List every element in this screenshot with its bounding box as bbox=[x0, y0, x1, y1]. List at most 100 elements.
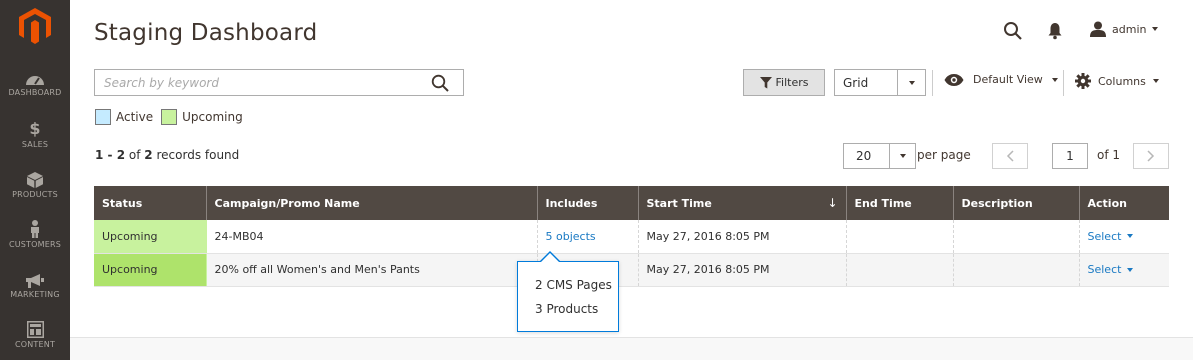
eye-icon bbox=[944, 73, 964, 86]
includes-popup: 2 CMS Pages 3 Products bbox=[517, 261, 619, 332]
chevron-right-icon bbox=[1147, 150, 1155, 162]
search-icon[interactable] bbox=[431, 74, 449, 92]
popup-products: 3 Products bbox=[535, 302, 599, 316]
legend-active-label: Active bbox=[116, 110, 154, 124]
grid-header-row: Status Campaign/Promo Name Includes Star… bbox=[94, 186, 1169, 220]
column-header-name[interactable]: Campaign/Promo Name bbox=[206, 186, 538, 220]
start-time-cell: May 27, 2016 8:05 PM bbox=[638, 220, 847, 254]
per-page-label: per page bbox=[917, 148, 971, 162]
sidebar-item-marketing[interactable]: MARKETING bbox=[0, 274, 70, 299]
megaphone-icon bbox=[26, 274, 44, 288]
sidebar-item-label: DASHBOARD bbox=[8, 88, 62, 97]
layout-icon bbox=[26, 321, 44, 338]
gear-icon bbox=[1075, 73, 1091, 89]
bell-icon[interactable] bbox=[1047, 22, 1063, 40]
action-cell: Select bbox=[1079, 220, 1169, 254]
sidebar-item-label: PRODUCTS bbox=[12, 190, 58, 199]
speedometer-icon bbox=[26, 76, 44, 85]
page-title: Staging Dashboard bbox=[94, 20, 318, 46]
chevron-down-icon bbox=[1127, 234, 1134, 239]
search-input[interactable] bbox=[95, 70, 415, 95]
table-row[interactable]: Upcoming 20% off all Women's and Men's P… bbox=[94, 253, 1169, 287]
chevron-down-icon bbox=[1152, 27, 1159, 31]
column-header-description[interactable]: Description bbox=[953, 186, 1080, 220]
page-of-label: of 1 bbox=[1097, 148, 1121, 162]
sidebar-item-products[interactable]: PRODUCTS bbox=[0, 172, 70, 199]
filter-icon bbox=[759, 76, 772, 88]
sidebar-item-label: CUSTOMERS bbox=[8, 240, 62, 249]
legend-upcoming-label: Upcoming bbox=[182, 110, 243, 124]
current-page-field[interactable] bbox=[1053, 144, 1087, 168]
sidebar-item-label: SALES bbox=[21, 140, 49, 149]
prev-page-button[interactable] bbox=[992, 143, 1028, 169]
chevron-down-icon bbox=[889, 144, 915, 168]
columns-label: Columns bbox=[1098, 74, 1146, 88]
column-header-status[interactable]: Status bbox=[94, 186, 207, 220]
sidebar-item-dashboard[interactable]: DASHBOARD bbox=[0, 72, 70, 97]
chevron-down-icon bbox=[1051, 77, 1058, 82]
magento-logo[interactable] bbox=[19, 8, 51, 44]
chevron-down-icon bbox=[1152, 79, 1159, 83]
includes-cell: 5 objects bbox=[537, 220, 639, 254]
column-header-end-time[interactable]: End Time bbox=[846, 186, 954, 220]
description-cell bbox=[953, 220, 1080, 254]
divider bbox=[932, 70, 933, 96]
sidebar-item-label: CONTENT bbox=[14, 340, 56, 349]
campaign-name-cell: 20% off all Women's and Men's Pants bbox=[206, 253, 538, 287]
records-found: 1 - 2 of 2 records found bbox=[95, 148, 240, 162]
divider bbox=[1063, 70, 1064, 96]
sort-descending-icon: ↓ bbox=[827, 196, 838, 210]
column-header-includes[interactable]: Includes bbox=[537, 186, 639, 220]
chevron-down-icon bbox=[1127, 267, 1134, 272]
default-view-dropdown[interactable]: Default View bbox=[944, 73, 1058, 86]
table-row[interactable]: Upcoming 24-MB04 5 objects May 27, 2016 … bbox=[94, 220, 1169, 254]
per-page-select[interactable]: 20 bbox=[843, 143, 916, 169]
filters-button[interactable]: Filters bbox=[743, 69, 825, 96]
action-select[interactable]: Select bbox=[1088, 263, 1134, 276]
sidebar-item-sales[interactable]: $ SALES bbox=[0, 119, 70, 150]
box-icon bbox=[27, 172, 43, 188]
popup-pointer-inner bbox=[541, 253, 559, 262]
end-time-cell bbox=[846, 253, 954, 287]
includes-link[interactable]: 5 objects bbox=[546, 230, 596, 243]
page-footer bbox=[70, 337, 1193, 360]
sidebar-item-customers[interactable]: CUSTOMERS bbox=[0, 220, 70, 249]
per-page-value: 20 bbox=[856, 149, 872, 163]
start-time-cell: May 27, 2016 8:05 PM bbox=[638, 253, 847, 287]
next-page-button[interactable] bbox=[1133, 143, 1169, 169]
staging-grid: Status Campaign/Promo Name Includes Star… bbox=[94, 186, 1169, 287]
chevron-down-icon bbox=[897, 70, 925, 95]
popup-cms-pages: 2 CMS Pages bbox=[535, 278, 612, 292]
admin-sidebar: DASHBOARD $ SALES PRODUCTS CUSTOMERS MAR… bbox=[0, 0, 70, 360]
records-found-text: records found bbox=[156, 148, 240, 162]
search-icon[interactable] bbox=[1003, 21, 1023, 41]
columns-dropdown[interactable]: Columns bbox=[1075, 73, 1159, 89]
default-view-label: Default View bbox=[973, 73, 1043, 86]
status-cell: Upcoming bbox=[94, 253, 207, 287]
dollar-icon: $ bbox=[29, 119, 41, 138]
records-of: of bbox=[128, 148, 141, 162]
active-swatch bbox=[95, 109, 111, 125]
user-icon bbox=[1090, 21, 1106, 37]
column-header-action: Action bbox=[1079, 186, 1169, 220]
upcoming-swatch bbox=[161, 109, 178, 125]
user-name: admin bbox=[1112, 22, 1147, 36]
chevron-left-icon bbox=[1006, 150, 1014, 162]
action-cell: Select bbox=[1079, 253, 1169, 287]
status-legend: Active Upcoming bbox=[95, 109, 243, 125]
view-mode-select[interactable]: Grid bbox=[834, 69, 926, 96]
filters-label: Filters bbox=[775, 76, 809, 89]
campaign-name-cell: 24-MB04 bbox=[206, 220, 538, 254]
action-select[interactable]: Select bbox=[1088, 230, 1134, 243]
action-select-label: Select bbox=[1087, 263, 1122, 276]
records-total: 2 bbox=[144, 148, 153, 162]
description-cell bbox=[953, 253, 1080, 287]
page-number-input[interactable] bbox=[1052, 143, 1088, 169]
user-menu[interactable]: admin bbox=[1090, 19, 1159, 39]
keyword-search bbox=[94, 69, 464, 96]
status-cell: Upcoming bbox=[94, 220, 207, 254]
sidebar-item-content[interactable]: CONTENT bbox=[0, 321, 70, 349]
records-to: 2 bbox=[116, 148, 126, 162]
column-header-start-time[interactable]: Start Time ↓ bbox=[638, 186, 847, 220]
person-icon bbox=[31, 220, 39, 238]
